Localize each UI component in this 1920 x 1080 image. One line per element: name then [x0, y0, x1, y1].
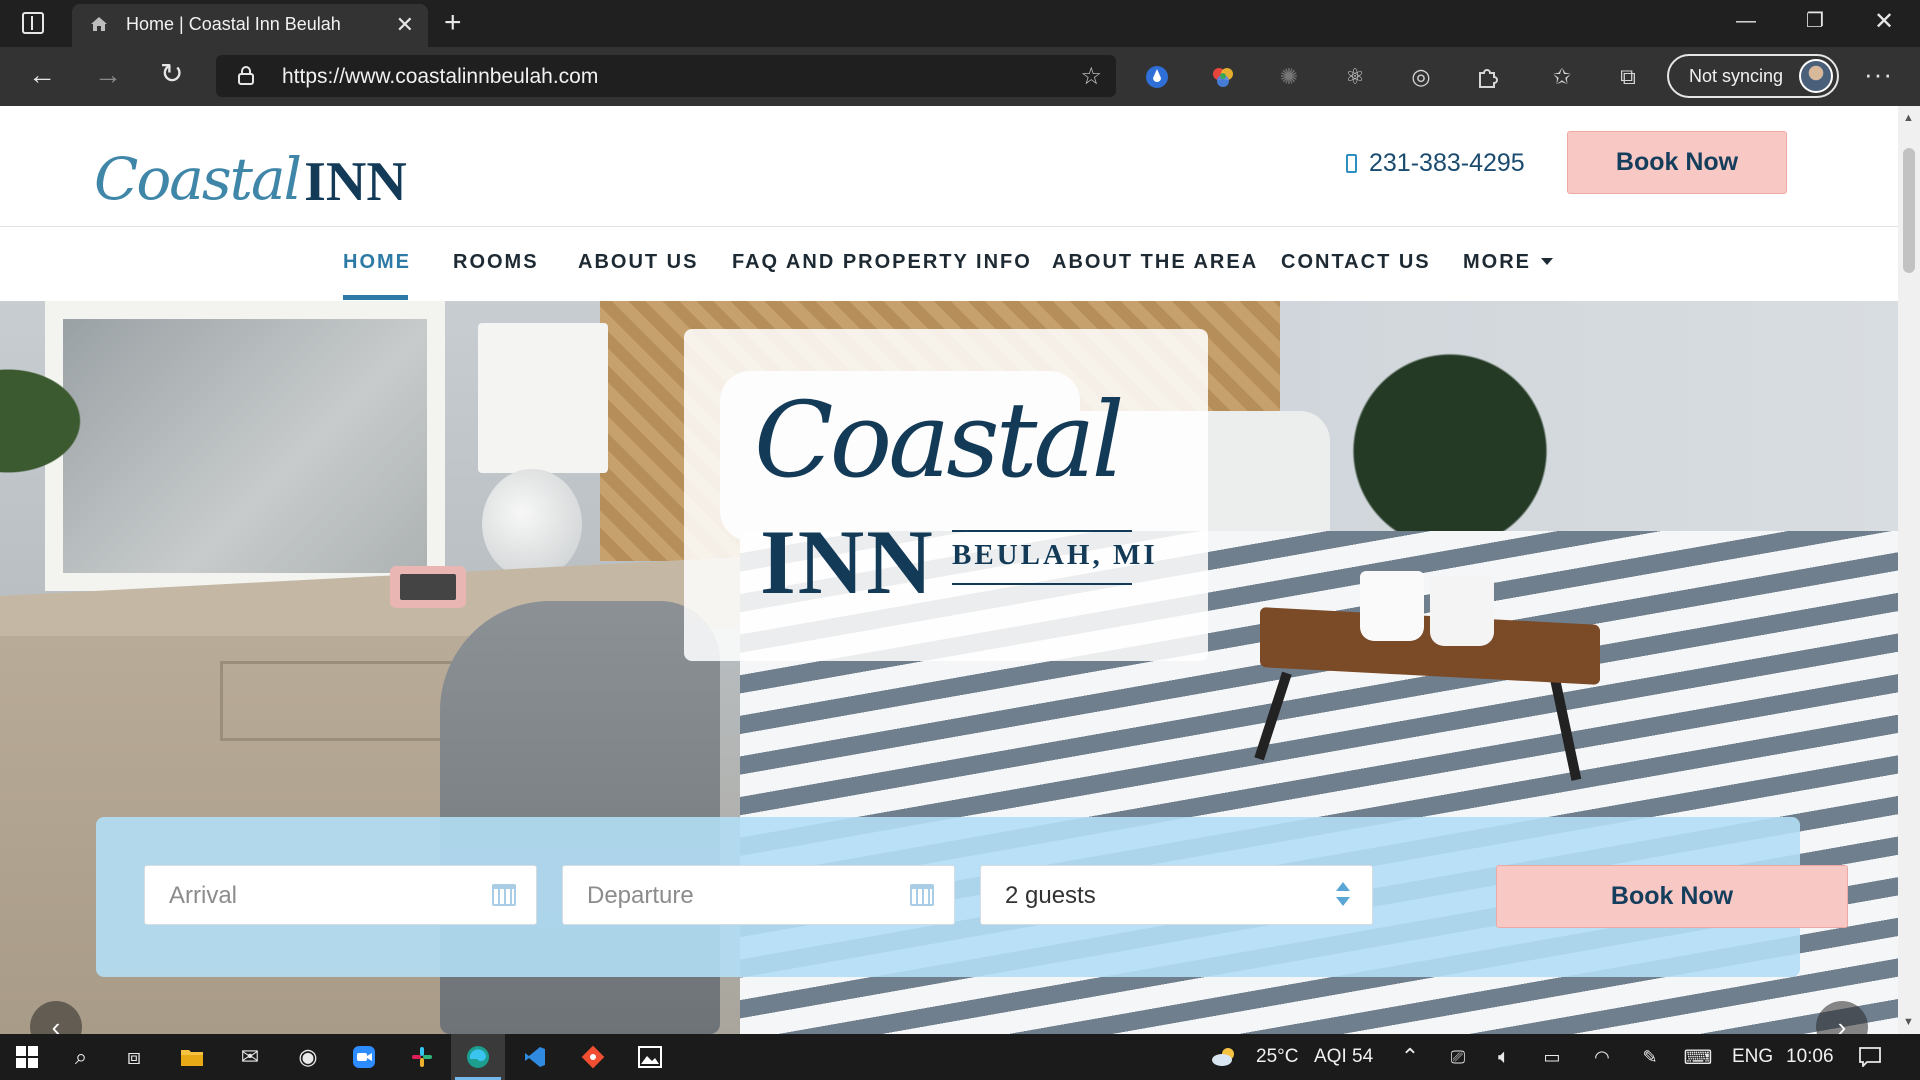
- air-quality-index[interactable]: AQI 54: [1314, 1046, 1373, 1068]
- tray-chevron-up-icon[interactable]: ⌃: [1396, 1043, 1424, 1071]
- scrollbar-thumb[interactable]: [1903, 148, 1915, 273]
- site-logo[interactable]: Coastal INN: [94, 128, 407, 213]
- lock-icon[interactable]: [238, 66, 254, 85]
- extension-blue-drop-icon[interactable]: [1143, 63, 1171, 91]
- battery-icon[interactable]: ▭: [1538, 1043, 1566, 1071]
- departure-date-field[interactable]: Departure: [562, 865, 955, 925]
- input-language[interactable]: ENG: [1732, 1046, 1773, 1068]
- tab-actions-icon[interactable]: [22, 12, 44, 34]
- departure-placeholder: Departure: [587, 882, 694, 909]
- vscode-icon[interactable]: [521, 1043, 549, 1071]
- sync-label: Not syncing: [1689, 66, 1784, 86]
- favorites-icon[interactable]: ✩: [1548, 63, 1576, 91]
- volume-icon[interactable]: 🔈︎: [1490, 1043, 1518, 1071]
- browser-tab-strip: Home | Coastal Inn Beulah ✕ + — ❐ ✕: [0, 0, 1920, 47]
- phone-link[interactable]: 231-383-4295: [1346, 149, 1525, 178]
- url-text[interactable]: https://www.coastalinnbeulah.com: [282, 65, 598, 89]
- clock-time[interactable]: 10:06: [1786, 1046, 1834, 1068]
- hero-logo-location: BEULAH, MI: [952, 539, 1158, 571]
- weather-temperature[interactable]: 25°C: [1256, 1046, 1298, 1068]
- logo-script-text: Coastal: [94, 145, 302, 213]
- git-app-icon[interactable]: [579, 1043, 607, 1071]
- zoom-icon[interactable]: [350, 1043, 378, 1071]
- caret-down-icon: [1541, 258, 1553, 265]
- nav-item-contact-us[interactable]: CONTACT US: [1281, 251, 1431, 274]
- refresh-button[interactable]: ↻: [160, 57, 183, 90]
- extension-bug-icon[interactable]: ✺: [1275, 63, 1303, 91]
- nav-item-faq[interactable]: FAQ AND PROPERTY INFO: [732, 251, 1032, 274]
- windows-taskbar: ⌕ ⧈ ✉ ◉ 25°C AQI 54 ⌃ ⎚ 🔈︎ ▭ ◠ ✎ ⌨ ENG 1…: [0, 1034, 1920, 1080]
- logo-inn-text: INN: [304, 151, 407, 213]
- nav-item-more[interactable]: MORE: [1463, 251, 1553, 274]
- browser-toolbar: ← → ↻ https://www.coastalinnbeulah.com ☆…: [0, 47, 1920, 106]
- meet-now-icon[interactable]: ⎚: [1444, 1043, 1472, 1071]
- photos-icon[interactable]: [636, 1043, 664, 1071]
- windows-start-icon[interactable]: [13, 1043, 41, 1071]
- tab-close-icon[interactable]: ✕: [396, 12, 414, 38]
- window-close-button[interactable]: ✕: [1874, 7, 1894, 36]
- extensions-puzzle-icon[interactable]: [1473, 63, 1501, 91]
- arrival-date-field[interactable]: Arrival: [144, 865, 537, 925]
- add-favorite-icon[interactable]: ☆: [1080, 62, 1102, 91]
- edge-browser-icon[interactable]: [464, 1043, 492, 1071]
- arrival-placeholder: Arrival: [169, 882, 238, 909]
- header-book-now-button[interactable]: Book Now: [1567, 131, 1787, 194]
- nav-item-about-area[interactable]: ABOUT THE AREA: [1052, 251, 1258, 274]
- guests-select[interactable]: 2 guests: [980, 865, 1373, 925]
- active-nav-underline: [343, 295, 408, 300]
- back-button[interactable]: ←: [28, 59, 56, 91]
- address-bar[interactable]: https://www.coastalinnbeulah.com ☆: [216, 55, 1116, 97]
- select-updown-icon: [1336, 880, 1350, 910]
- extension-react-icon[interactable]: ⚛: [1341, 63, 1369, 91]
- nav-item-about-us[interactable]: ABOUT US: [578, 251, 698, 274]
- mail-icon[interactable]: ✉: [236, 1043, 264, 1071]
- nav-item-rooms[interactable]: ROOMS: [453, 251, 539, 274]
- wifi-icon[interactable]: ◠: [1588, 1043, 1616, 1071]
- phone-number: 231-383-4295: [1369, 149, 1525, 177]
- file-explorer-icon[interactable]: [178, 1043, 206, 1071]
- profile-sync-button[interactable]: Not syncing: [1667, 54, 1839, 98]
- hero-logo-inn: INN: [760, 511, 935, 613]
- extension-color-icon[interactable]: [1209, 63, 1237, 91]
- web-page: Coastal INN 231-383-4295 Book Now HOME R…: [0, 106, 1898, 1034]
- site-header: Coastal INN 231-383-4295 Book Now: [0, 106, 1898, 227]
- forward-button[interactable]: →: [94, 59, 122, 91]
- calendar-icon[interactable]: [492, 884, 516, 906]
- profile-avatar: [1799, 59, 1833, 93]
- notifications-icon[interactable]: [1856, 1043, 1884, 1071]
- app-circle-icon[interactable]: ◉: [294, 1043, 322, 1071]
- page-scrollbar[interactable]: ▲ ▼: [1898, 106, 1920, 1034]
- home-favicon-icon: [91, 17, 107, 31]
- guests-value: 2 guests: [1005, 882, 1096, 909]
- nav-more-label: MORE: [1463, 251, 1531, 273]
- pen-icon[interactable]: ✎: [1636, 1043, 1664, 1071]
- slack-icon[interactable]: [408, 1043, 436, 1071]
- hero-slider: Coastal INN BEULAH, MI Arrival Departure…: [0, 301, 1898, 1034]
- nav-item-home[interactable]: HOME: [343, 251, 411, 274]
- hero-logo-rule-bottom: [952, 583, 1132, 585]
- main-nav: HOME ROOMS ABOUT US FAQ AND PROPERTY INF…: [0, 227, 1898, 301]
- keyboard-icon[interactable]: ⌨: [1684, 1043, 1713, 1071]
- tab-title: Home | Coastal Inn Beulah: [126, 14, 341, 34]
- weather-icon[interactable]: [1211, 1043, 1239, 1071]
- scroll-up-icon[interactable]: ▲: [1903, 112, 1914, 124]
- settings-more-icon[interactable]: ···: [1864, 59, 1893, 90]
- phone-icon: [1346, 154, 1357, 173]
- minimize-button[interactable]: —: [1736, 10, 1756, 33]
- search-icon[interactable]: ⌕: [67, 1043, 95, 1071]
- browser-tab-active[interactable]: Home | Coastal Inn Beulah ✕: [72, 4, 428, 47]
- hero-logo-script: Coastal: [754, 379, 1125, 501]
- hero-logo-rule: [952, 530, 1132, 532]
- collections-icon[interactable]: ⧉: [1614, 63, 1642, 91]
- booking-widget: Arrival Departure 2 guests Book Now: [96, 817, 1848, 977]
- hero-logo-card: Coastal INN BEULAH, MI: [684, 329, 1208, 661]
- task-view-icon[interactable]: ⧈: [120, 1043, 148, 1071]
- new-tab-button[interactable]: +: [444, 6, 462, 40]
- extension-target-icon[interactable]: ◎: [1407, 63, 1435, 91]
- scroll-down-icon[interactable]: ▼: [1903, 1016, 1914, 1028]
- restore-button[interactable]: ❐: [1806, 8, 1824, 33]
- booking-book-now-button[interactable]: Book Now: [1496, 865, 1848, 928]
- calendar-icon[interactable]: [910, 884, 934, 906]
